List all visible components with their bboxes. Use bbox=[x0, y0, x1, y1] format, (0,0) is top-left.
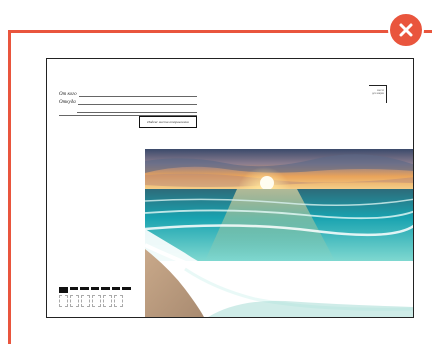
index-cells bbox=[59, 295, 131, 307]
where-from-label: Откуда bbox=[59, 100, 76, 105]
from-label: От кого bbox=[59, 92, 77, 97]
index-mark bbox=[90, 287, 100, 290]
where-from-row: Откуда bbox=[59, 97, 197, 105]
sender-address-block: От кого Откуда bbox=[59, 89, 197, 113]
index-mark bbox=[80, 287, 89, 290]
index-digit-cell bbox=[92, 295, 101, 307]
index-digit-cell bbox=[70, 295, 79, 307]
postal-index-code bbox=[59, 287, 132, 307]
index-digit-cell bbox=[59, 295, 68, 307]
index-mark bbox=[122, 287, 132, 290]
sender-index-box: Индекс места отправления bbox=[139, 116, 197, 128]
index-mark bbox=[101, 287, 110, 290]
stamp-label: место для марки bbox=[372, 89, 384, 95]
index-mark bbox=[111, 287, 121, 290]
from-line bbox=[78, 91, 197, 97]
envelope-template: От кого Откуда Индекс места отправления … bbox=[46, 58, 414, 318]
index-digit-cell bbox=[103, 295, 112, 307]
where-from-line bbox=[77, 99, 197, 105]
frame-top-border bbox=[8, 30, 432, 33]
beach-sunset-image bbox=[145, 149, 413, 317]
stamp-area: место для марки bbox=[369, 85, 387, 103]
close-button[interactable] bbox=[388, 12, 424, 48]
index-mark bbox=[59, 287, 68, 293]
frame-left-border bbox=[8, 30, 11, 344]
index-marks bbox=[59, 287, 132, 293]
index-mark bbox=[69, 287, 79, 290]
beach-sunset-picture bbox=[145, 149, 413, 317]
index-digit-cell bbox=[81, 295, 90, 307]
address-line bbox=[77, 105, 197, 113]
stamp-label-line-2: для марки bbox=[372, 92, 384, 95]
envelope-preview-panel: От кого Откуда Индекс места отправления … bbox=[0, 0, 438, 344]
close-icon bbox=[399, 23, 413, 37]
index-digit-cell bbox=[114, 295, 123, 307]
from-row: От кого bbox=[59, 89, 197, 97]
